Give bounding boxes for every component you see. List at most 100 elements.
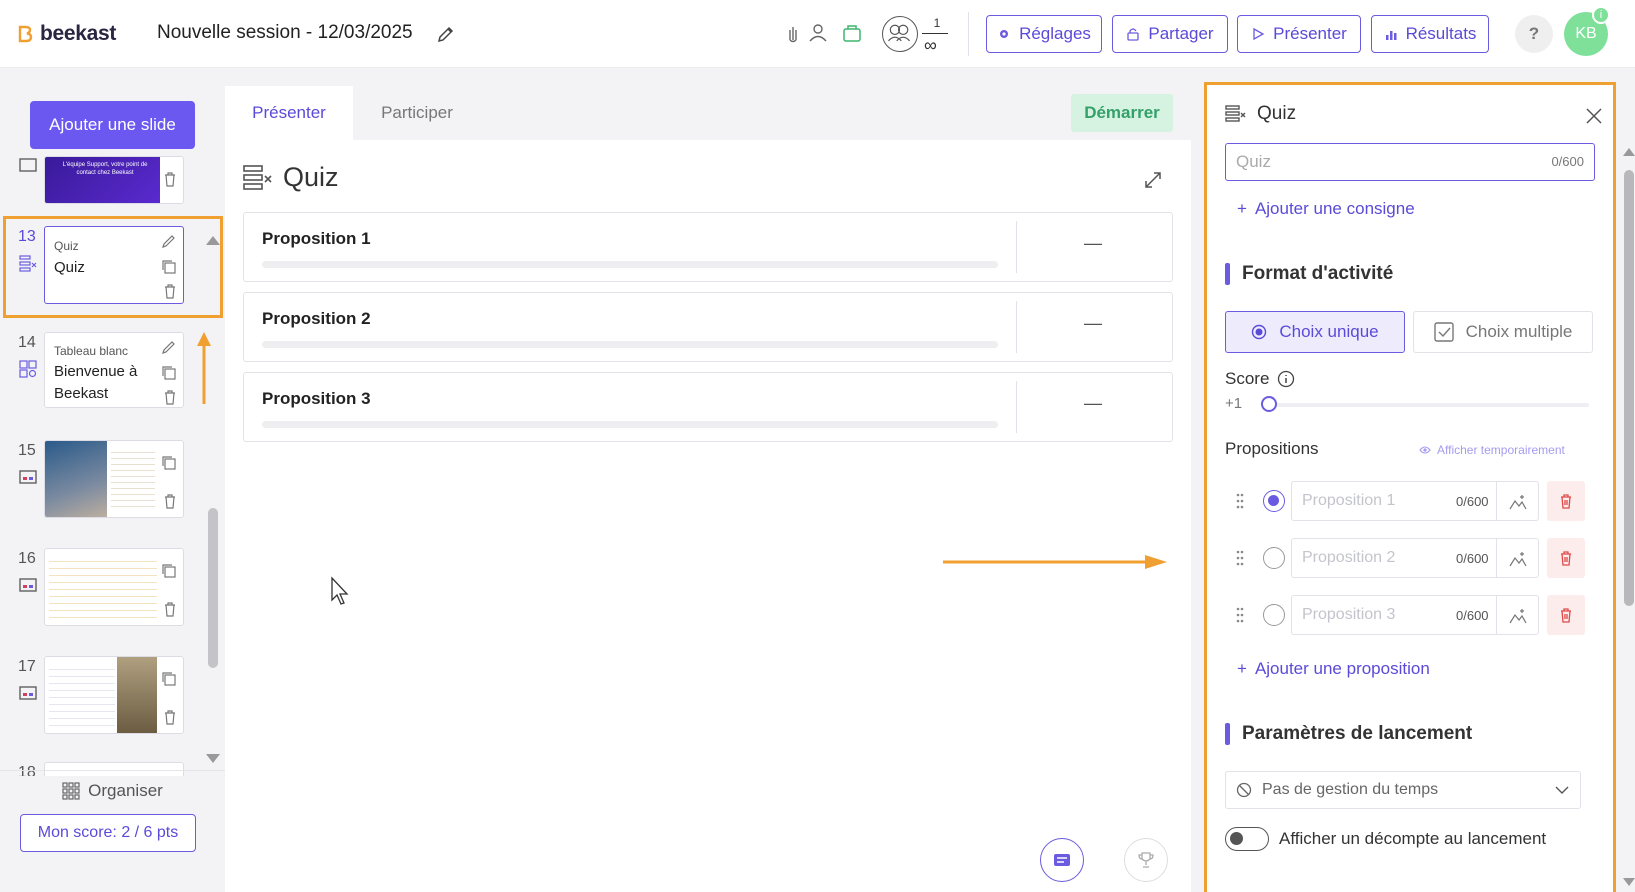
hand-raise-icon[interactable] bbox=[782, 22, 804, 44]
user-icon[interactable] bbox=[807, 22, 829, 44]
timing-select[interactable]: Pas de gestion du temps bbox=[1225, 771, 1581, 809]
image-icon[interactable] bbox=[1508, 492, 1528, 512]
sidebar-scrollbar[interactable] bbox=[208, 508, 218, 668]
multiple-choice-button[interactable]: Choix multiple bbox=[1413, 311, 1593, 353]
pencil-icon[interactable] bbox=[161, 339, 177, 355]
add-instruction-link[interactable]: + Ajouter une consigne bbox=[1237, 199, 1415, 219]
organise-button[interactable]: Organiser bbox=[0, 770, 225, 810]
beekast-logo[interactable]: beekast bbox=[16, 22, 116, 46]
leaderboard-button[interactable] bbox=[1124, 838, 1168, 882]
share-label: Partager bbox=[1148, 24, 1214, 43]
section-accent bbox=[1225, 723, 1230, 745]
results-label: Résultats bbox=[1405, 24, 1477, 43]
char-counter: 0/600 bbox=[1456, 494, 1489, 509]
score-value: +1 bbox=[1225, 395, 1243, 412]
results-view-button[interactable] bbox=[1040, 838, 1084, 882]
share-button[interactable]: Partager bbox=[1112, 15, 1228, 53]
settings-button[interactable]: Réglages bbox=[986, 15, 1102, 53]
score-slider-handle[interactable] bbox=[1261, 396, 1277, 412]
drag-handle-icon[interactable] bbox=[1235, 605, 1245, 625]
score-slider-track[interactable] bbox=[1269, 403, 1589, 407]
proposition-option-row: Proposition 3 0/600 bbox=[1225, 595, 1595, 635]
correct-answer-radio[interactable] bbox=[1263, 547, 1285, 569]
trash-icon[interactable] bbox=[163, 709, 177, 725]
image-icon[interactable] bbox=[1508, 606, 1528, 626]
show-temporarily-link[interactable]: Afficher temporairement bbox=[1419, 443, 1565, 457]
close-icon[interactable] bbox=[1585, 107, 1603, 125]
trash-icon[interactable] bbox=[163, 389, 177, 405]
participants-current: 1 bbox=[933, 16, 941, 30]
launch-settings-heading: Paramètres de lancement bbox=[1225, 723, 1472, 745]
start-button[interactable]: Démarrer bbox=[1071, 94, 1173, 132]
divider bbox=[1016, 301, 1017, 353]
trash-icon[interactable] bbox=[163, 601, 177, 617]
expand-icon[interactable] bbox=[1143, 170, 1163, 190]
quiz-title-input[interactable]: Quiz 0/600 bbox=[1225, 143, 1595, 181]
drag-handle-icon[interactable] bbox=[1235, 548, 1245, 568]
countdown-toggle[interactable] bbox=[1225, 827, 1269, 851]
char-counter: 0/600 bbox=[1456, 551, 1489, 566]
slide-thumbnail[interactable]: L'équipe Support, votre point de contact… bbox=[44, 156, 184, 204]
slide-item-16[interactable]: 16 bbox=[0, 548, 225, 638]
section-accent bbox=[1225, 263, 1230, 285]
tab-participate[interactable]: Participer bbox=[353, 86, 481, 140]
pencil-icon[interactable] bbox=[436, 24, 456, 44]
session-title: Nouvelle session - 12/03/2025 bbox=[157, 22, 413, 43]
drag-handle-icon[interactable] bbox=[1235, 491, 1245, 511]
add-slide-button[interactable]: Ajouter une slide bbox=[30, 101, 195, 149]
panel-scrollbar[interactable] bbox=[1624, 170, 1634, 606]
top-header: beekast Nouvelle session - 12/03/2025 1 … bbox=[0, 0, 1635, 68]
divider bbox=[1496, 482, 1497, 520]
checkbox-icon bbox=[1433, 322, 1454, 342]
delete-proposition-button[interactable] bbox=[1547, 481, 1585, 521]
proposition-input[interactable]: Proposition 1 0/600 bbox=[1291, 481, 1539, 521]
tab-present[interactable]: Présenter bbox=[225, 86, 353, 140]
correct-answer-radio[interactable] bbox=[1263, 604, 1285, 626]
panel-scroll-up-arrow[interactable] bbox=[1623, 148, 1635, 156]
highlight-annotation-box bbox=[3, 216, 223, 318]
organise-label: Organiser bbox=[88, 780, 163, 800]
quiz-title: Quiz bbox=[283, 162, 339, 192]
trash-icon[interactable] bbox=[163, 171, 177, 187]
duplicate-icon[interactable] bbox=[161, 563, 177, 579]
proposition-progress-bar bbox=[262, 421, 998, 428]
info-icon[interactable] bbox=[1277, 370, 1295, 388]
slide-thumbnail[interactable] bbox=[44, 440, 184, 518]
panel-scroll-down-arrow[interactable] bbox=[1623, 878, 1635, 886]
image-icon[interactable] bbox=[1508, 549, 1528, 569]
trash-icon bbox=[1561, 608, 1571, 623]
single-choice-button[interactable]: Choix unique bbox=[1225, 311, 1405, 353]
plus-icon: + bbox=[1237, 659, 1247, 678]
correct-answer-radio[interactable] bbox=[1263, 490, 1285, 512]
delete-proposition-button[interactable] bbox=[1547, 595, 1585, 635]
duplicate-icon[interactable] bbox=[161, 671, 177, 687]
delete-proposition-button[interactable] bbox=[1547, 538, 1585, 578]
slide-number: 15 bbox=[18, 442, 36, 459]
help-button[interactable]: ? bbox=[1515, 15, 1553, 53]
duplicate-icon[interactable] bbox=[161, 455, 177, 471]
slide-thumbnail[interactable] bbox=[44, 548, 184, 626]
slide-item-15[interactable]: 15 bbox=[0, 440, 225, 530]
duplicate-icon[interactable] bbox=[161, 365, 177, 381]
slide-item-14[interactable]: 14 Tableau blanc Bienvenue à Beekast bbox=[0, 332, 225, 422]
results-button[interactable]: Résultats bbox=[1371, 15, 1489, 53]
scroll-down-arrow[interactable] bbox=[206, 754, 220, 763]
slide-thumbnail[interactable] bbox=[44, 656, 184, 734]
my-score-button[interactable]: Mon score: 2 / 6 pts bbox=[20, 814, 196, 852]
proposition-input[interactable]: Proposition 3 0/600 bbox=[1291, 595, 1539, 635]
participants-counter[interactable]: 1 ∞ bbox=[882, 14, 952, 55]
add-proposition-link[interactable]: + Ajouter une proposition bbox=[1237, 659, 1430, 679]
grid-icon bbox=[62, 781, 80, 800]
quiz-icon bbox=[243, 164, 272, 190]
proposition-input[interactable]: Proposition 2 0/600 bbox=[1291, 538, 1539, 578]
slide-thumbnail[interactable]: Tableau blanc Bienvenue à Beekast bbox=[44, 332, 184, 408]
present-button[interactable]: Présenter bbox=[1237, 15, 1361, 53]
slide-item-17[interactable]: 17 bbox=[0, 656, 225, 746]
slide-title: Bienvenue à Beekast bbox=[54, 363, 138, 402]
trash-icon[interactable] bbox=[163, 493, 177, 509]
trophy-icon bbox=[1138, 852, 1154, 868]
connection-status-icon[interactable] bbox=[841, 22, 863, 44]
main-panel: Présenter Participer Démarrer Quiz Propo… bbox=[225, 86, 1191, 892]
score-label: Score bbox=[1225, 369, 1295, 389]
quiz-heading: Quiz bbox=[243, 162, 339, 193]
